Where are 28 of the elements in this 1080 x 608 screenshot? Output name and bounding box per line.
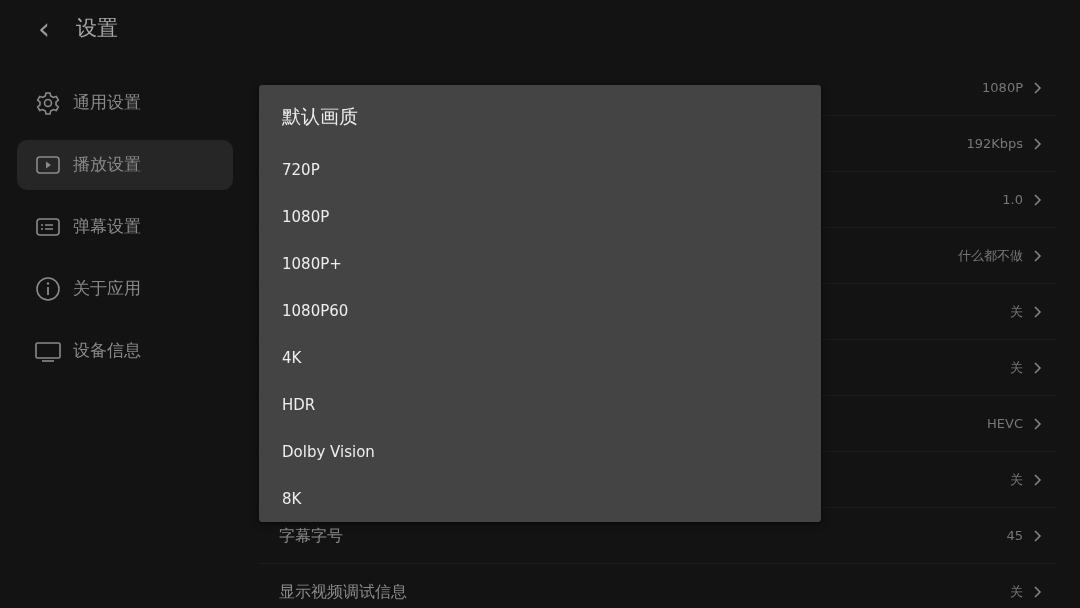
dialog-option[interactable]: 1080P xyxy=(282,194,821,241)
chevron-icon xyxy=(1033,81,1042,94)
info-icon xyxy=(35,276,61,302)
dialog-option[interactable]: HDR xyxy=(282,382,821,429)
gear-icon xyxy=(35,90,61,116)
chevron-icon xyxy=(1033,305,1042,318)
sidebar-item[interactable]: 弹幕设置 xyxy=(17,202,233,252)
settings-row[interactable]: 显示视频调试信息 关 xyxy=(258,564,1056,608)
chevron-icon xyxy=(1033,529,1042,542)
chevron-icon xyxy=(1033,417,1042,430)
dialog-option[interactable]: 1080P60 xyxy=(282,288,821,335)
dialog-option[interactable]: 4K xyxy=(282,335,821,382)
sidebar-item[interactable]: 关于应用 xyxy=(17,264,233,314)
chevron-icon xyxy=(1033,249,1042,262)
sidebar-item[interactable]: 设备信息 xyxy=(17,326,233,376)
dialog-option[interactable]: 1080P+ xyxy=(282,241,821,288)
dialog-option[interactable]: 720P xyxy=(282,147,821,194)
back-button[interactable]: ‹ xyxy=(34,14,54,44)
dialog-title: 默认画质 xyxy=(282,104,359,129)
dialog-option[interactable]: Dolby Vision xyxy=(282,429,821,476)
sidebar-item[interactable]: 通用设置 xyxy=(17,78,233,128)
sidebar-item[interactable]: 播放设置 xyxy=(17,140,233,190)
chevron-icon xyxy=(1033,137,1042,150)
chevron-icon xyxy=(1033,193,1042,206)
page-title: 设置 xyxy=(76,15,118,43)
chevron-icon xyxy=(1033,361,1042,374)
chevron-icon xyxy=(1033,473,1042,486)
chevron-icon xyxy=(1033,585,1042,598)
